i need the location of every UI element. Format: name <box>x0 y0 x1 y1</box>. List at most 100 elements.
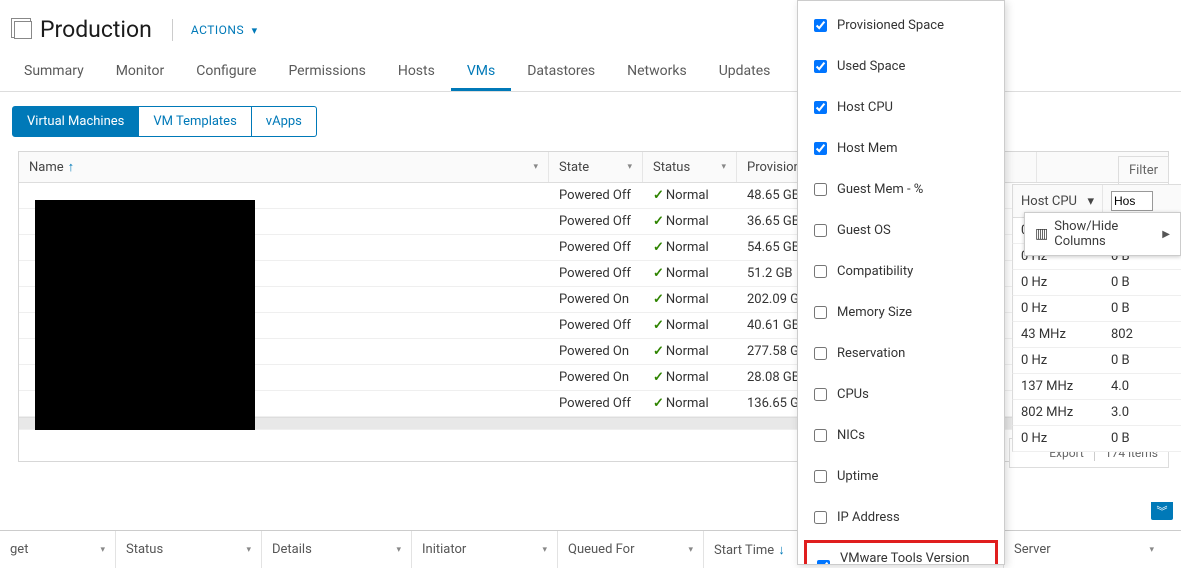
column-option-label: Guest OS <box>837 223 891 238</box>
table-row[interactable]: 0 Hz0 B <box>1012 270 1181 296</box>
table-row[interactable]: 43 MHz802 <box>1012 322 1181 348</box>
col-status-label: Status <box>653 160 690 175</box>
column-option[interactable]: Host Mem <box>798 128 1004 169</box>
taskcol-target[interactable]: get▾ <box>0 531 116 568</box>
column-option[interactable]: Guest Mem - % <box>798 169 1004 210</box>
subtab-vapps[interactable]: vApps <box>252 106 317 137</box>
chevron-down-icon[interactable]: ▾ <box>627 162 632 172</box>
column-option[interactable]: Reservation <box>798 333 1004 374</box>
column-option-checkbox[interactable] <box>814 470 827 483</box>
chevron-down-icon[interactable]: ▾ <box>100 545 105 555</box>
tab-permissions[interactable]: Permissions <box>272 53 381 91</box>
tab-monitor[interactable]: Monitor <box>100 53 181 91</box>
col-state-label: State <box>559 160 589 175</box>
col-name-label: Name <box>29 160 64 175</box>
chevron-down-icon[interactable]: ▾ <box>396 545 401 555</box>
subtab-virtual-machines[interactable]: Virtual Machines <box>12 106 139 137</box>
host-filter-input[interactable] <box>1111 191 1153 211</box>
tab-summary[interactable]: Summary <box>8 53 100 91</box>
cell-host-cpu: 137 MHz <box>1013 374 1103 399</box>
column-option-label: VMware Tools Version Status <box>840 551 989 565</box>
tab-networks[interactable]: Networks <box>611 53 703 91</box>
column-option[interactable]: Provisioned Space <box>798 5 1004 46</box>
cell-state: Powered Off <box>549 261 643 286</box>
cell-host-mem: 0 B <box>1103 296 1181 321</box>
column-option[interactable]: Memory Size <box>798 292 1004 333</box>
subtab-vm-templates[interactable]: VM Templates <box>139 106 251 137</box>
column-option-checkbox[interactable] <box>814 142 827 155</box>
chevron-down-icon[interactable]: ▾ <box>533 162 538 172</box>
column-option[interactable]: Compatibility <box>798 251 1004 292</box>
cell-status: ✓Normal <box>643 339 737 364</box>
column-option-checkbox[interactable] <box>814 429 827 442</box>
column-option-checkbox[interactable] <box>814 60 827 73</box>
taskcol-server-label: Server <box>1014 542 1051 557</box>
column-option[interactable]: VMware Tools Version Status <box>804 540 998 565</box>
cell-status: ✓Normal <box>643 261 737 286</box>
cell-host-mem: 0 B <box>1103 426 1181 451</box>
actions-menu[interactable]: ACTIONS ▾ <box>191 23 258 37</box>
column-option-checkbox[interactable] <box>814 101 827 114</box>
col-hcpu-label: Host CPU <box>1021 194 1077 209</box>
taskcol-initiator[interactable]: Initiator▾ <box>412 531 558 568</box>
check-icon: ✓ <box>653 266 664 281</box>
actions-label: ACTIONS <box>191 23 244 37</box>
column-option[interactable]: Guest OS <box>798 210 1004 251</box>
cell-status: ✓Normal <box>643 235 737 260</box>
taskcol-details[interactable]: Details▾ <box>262 531 412 568</box>
taskcol-server[interactable]: Server ▾ <box>1004 531 1164 568</box>
column-option-checkbox[interactable] <box>814 183 827 196</box>
column-option-checkbox[interactable] <box>814 511 827 524</box>
column-option-label: Memory Size <box>837 305 912 320</box>
taskcol-status[interactable]: Status ▾ <box>116 531 262 568</box>
cell-host-cpu: 0 Hz <box>1013 426 1103 451</box>
taskcol-status-label: Status <box>126 542 163 557</box>
tab-configure[interactable]: Configure <box>180 53 272 91</box>
column-option[interactable]: IP Address <box>798 497 1004 538</box>
column-option-checkbox[interactable] <box>814 19 827 32</box>
cell-status: ✓Normal <box>643 287 737 312</box>
column-option-checkbox[interactable] <box>814 306 827 319</box>
column-option-label: Host CPU <box>837 100 893 115</box>
col-state[interactable]: State ▾ <box>549 152 643 182</box>
filter-label: Filter <box>1118 156 1169 184</box>
column-option[interactable]: Host CPU <box>798 87 1004 128</box>
cell-host-mem: 802 <box>1103 322 1181 347</box>
chevron-down-icon[interactable]: ▾ <box>1087 194 1094 209</box>
check-icon: ✓ <box>653 214 664 229</box>
table-row[interactable]: 802 MHz3.0 <box>1012 400 1181 426</box>
table-row[interactable]: 0 Hz0 B <box>1012 348 1181 374</box>
column-option-checkbox[interactable] <box>814 347 827 360</box>
column-option-checkbox[interactable] <box>814 388 827 401</box>
tab-hosts[interactable]: Hosts <box>382 53 451 91</box>
chevron-down-icon[interactable]: ▾ <box>688 545 693 555</box>
column-option[interactable]: CPUs <box>798 374 1004 415</box>
chevron-down-icon[interactable]: ▾ <box>246 545 251 555</box>
chevron-right-icon: ▶ <box>1162 229 1170 240</box>
show-hide-columns-button[interactable]: ▥ Show/Hide Columns ▶ <box>1024 212 1181 256</box>
tab-vms[interactable]: VMs <box>451 53 511 91</box>
column-option-checkbox[interactable] <box>814 265 827 278</box>
collapse-panel-button[interactable]: ︾ <box>1151 502 1173 520</box>
column-option-checkbox[interactable] <box>814 224 827 237</box>
table-row[interactable]: 137 MHz4.0 <box>1012 374 1181 400</box>
table-row[interactable]: 0 Hz0 B <box>1012 426 1181 452</box>
chevron-down-icon[interactable]: ▾ <box>721 162 726 172</box>
cell-state: Powered Off <box>549 235 643 260</box>
column-option[interactable]: Used Space <box>798 46 1004 87</box>
tab-updates[interactable]: Updates <box>703 53 787 91</box>
chevron-down-icon[interactable]: ▾ <box>542 545 547 555</box>
cell-state: Powered Off <box>549 209 643 234</box>
column-option[interactable]: Uptime <box>798 456 1004 497</box>
table-row[interactable]: 0 Hz0 B <box>1012 296 1181 322</box>
cell-host-cpu: 0 Hz <box>1013 296 1103 321</box>
col-name[interactable]: Name↑▾ <box>19 152 549 182</box>
chevron-down-icon[interactable]: ▾ <box>1149 545 1154 555</box>
column-option-label: Guest Mem - % <box>837 182 923 197</box>
tab-datastores[interactable]: Datastores <box>511 53 611 91</box>
column-option-checkbox[interactable] <box>817 560 830 566</box>
col-status[interactable]: Status ▾ <box>643 152 737 182</box>
column-option[interactable]: NICs <box>798 415 1004 456</box>
column-option-label: Host Mem <box>837 141 898 156</box>
taskcol-queued[interactable]: Queued For▾ <box>558 531 704 568</box>
